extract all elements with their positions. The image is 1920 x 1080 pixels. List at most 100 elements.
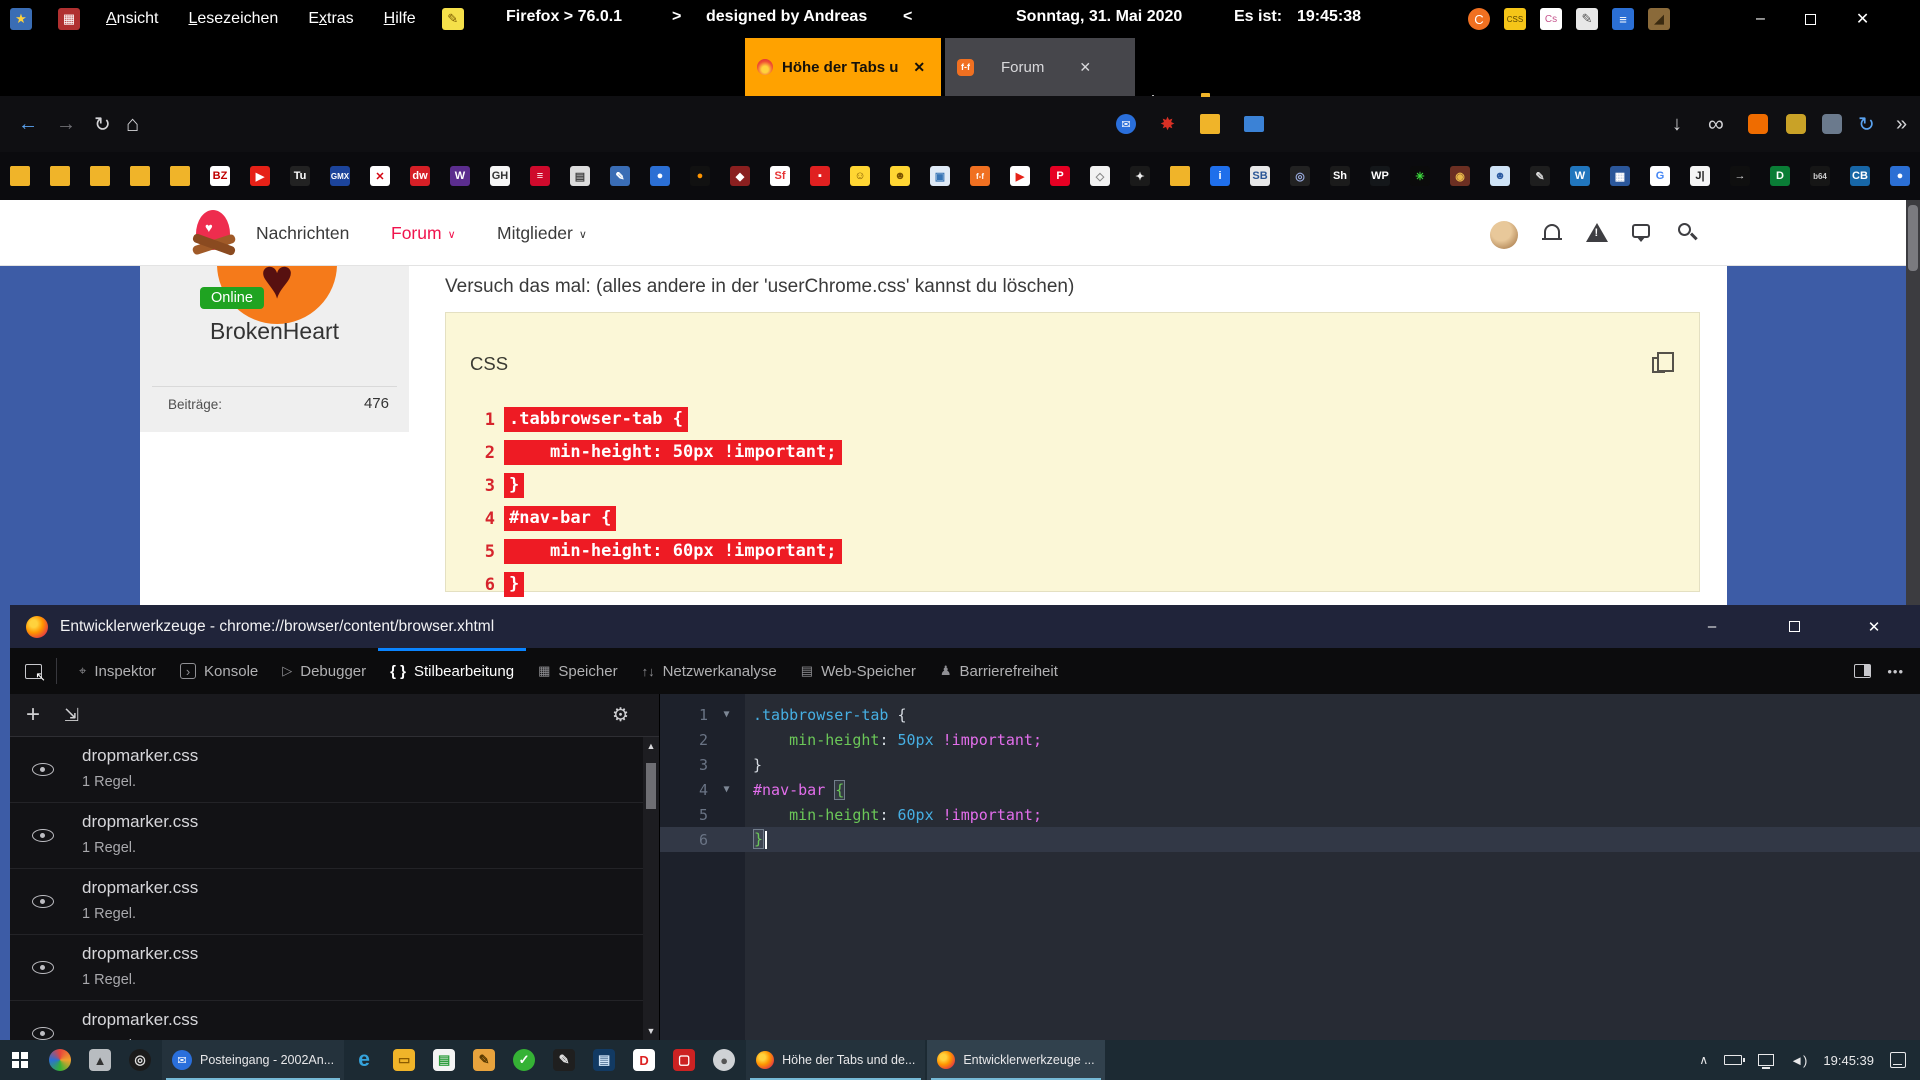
tab-close-icon[interactable]: ✕ — [1079, 59, 1091, 76]
bookmark-favicon[interactable]: b64 — [1810, 166, 1830, 186]
visibility-eye-icon[interactable] — [32, 829, 54, 842]
warning-icon[interactable] — [1586, 221, 1610, 245]
bookmark-favicon[interactable]: GMX — [330, 166, 350, 186]
folder-open-icon[interactable] — [1200, 96, 1220, 152]
visibility-eye-icon[interactable] — [32, 961, 54, 974]
taskbar-app-doc[interactable]: ▤ — [424, 1040, 464, 1080]
taskbar-app-keepass[interactable]: ✎ — [464, 1040, 504, 1080]
bookmark-favicon[interactable]: WP — [1370, 166, 1390, 186]
restore-icon[interactable] — [1774, 605, 1814, 648]
bookmark-favicon[interactable]: → — [1730, 166, 1750, 186]
taskbar-app-chart[interactable]: ▲ — [80, 1040, 120, 1080]
stylesheet-item[interactable]: dropmarker.css1 Regel. — [10, 935, 643, 1001]
import-stylesheet-icon[interactable]: ⇲ — [64, 705, 79, 726]
editor-line[interactable]: 2 min-height: 50px !important; — [660, 727, 1920, 752]
extension-orange-icon[interactable] — [1748, 96, 1768, 152]
bookmark-favicon[interactable]: BZ — [210, 166, 230, 186]
bookmark-favicon[interactable]: ● — [650, 166, 670, 186]
bookmark-favicon[interactable]: CB — [1850, 166, 1870, 186]
visibility-eye-icon[interactable] — [32, 1027, 54, 1040]
editor-line[interactable]: 6} — [660, 827, 1920, 852]
menu-item-ansicht[interactable]: Ansicht — [106, 10, 158, 28]
search-icon[interactable] — [1678, 221, 1702, 245]
start-button[interactable] — [0, 1040, 40, 1080]
bookmark-favicon[interactable]: W — [1570, 166, 1590, 186]
bookmark-favicon[interactable]: ● — [690, 166, 710, 186]
bookmark-favicon[interactable]: ☻ — [1490, 166, 1510, 186]
close-icon[interactable]: ✕ — [1856, 9, 1869, 29]
editor-line[interactable]: 1▼.tabbrowser-tab { — [660, 702, 1920, 727]
tray-clock[interactable]: 19:45:39 — [1823, 1053, 1874, 1068]
editor-line[interactable]: 3} — [660, 752, 1920, 777]
notes-icon[interactable]: ✎ — [442, 8, 464, 30]
taskbar-app-antivirus[interactable]: ✓ — [504, 1040, 544, 1080]
bookmark-favicon[interactable]: f-f — [970, 166, 990, 186]
taskbar-window-devtools[interactable]: Entwicklerwerkzeuge ... — [927, 1040, 1104, 1080]
css-editor[interactable]: 1▼.tabbrowser-tab {2 min-height: 50px !i… — [660, 694, 1920, 1040]
taskbar-app-gray[interactable]: ● — [704, 1040, 744, 1080]
visibility-eye-icon[interactable] — [32, 895, 54, 908]
download-icon[interactable]: ↓ — [1672, 96, 1682, 152]
reload-icon[interactable]: ↻ — [94, 96, 111, 152]
bookmark-favicon[interactable]: Sf — [770, 166, 790, 186]
stylesheet-item[interactable]: dropmarker.css1 Regel. — [10, 737, 643, 803]
sass-icon[interactable]: Cs — [1540, 8, 1562, 30]
bookmark-favicon[interactable]: ✳ — [1410, 166, 1430, 186]
bookmark-favicon[interactable]: ✎ — [610, 166, 630, 186]
menu-item-extras[interactable]: Extras — [308, 10, 353, 28]
stylesheet-scrollbar[interactable]: ▲ ▼ — [643, 737, 659, 1040]
close-icon[interactable]: ✕ — [1854, 605, 1894, 648]
taskbar-app-monitor[interactable]: ▢ — [664, 1040, 704, 1080]
tab-hoehe-der-tabs[interactable]: Höhe der Tabs u ✕ — [745, 38, 941, 96]
taskbar-app-red-d[interactable]: D — [624, 1040, 664, 1080]
menu-item-lesezeichen[interactable]: Lesezeichen — [188, 10, 278, 28]
extension-red-icon[interactable]: ✸ — [1160, 96, 1175, 152]
tray-chevron-icon[interactable]: ∧ — [1699, 1053, 1708, 1067]
new-stylesheet-icon[interactable]: + — [26, 701, 40, 729]
bookmark-favicon[interactable]: W — [450, 166, 470, 186]
devtools-tab-stilbearbeitung[interactable]: { }Stilbearbeitung — [378, 648, 526, 694]
sync-icon[interactable]: ↻ — [1858, 96, 1875, 152]
bookmark-folder-icon[interactable] — [10, 166, 30, 186]
bell-icon[interactable] — [1540, 221, 1564, 245]
bookmark-favicon[interactable]: G — [1650, 166, 1670, 186]
action-center-icon[interactable] — [1890, 1052, 1906, 1068]
bookmark-favicon[interactable]: P — [1050, 166, 1070, 186]
bookmark-favicon[interactable]: ▶ — [250, 166, 270, 186]
bookmark-folder-icon[interactable] — [170, 166, 190, 186]
bookmark-favicon[interactable]: ≡ — [530, 166, 550, 186]
back-icon[interactable]: ← — [18, 96, 38, 152]
bookmark-favicon[interactable]: ☺ — [850, 166, 870, 186]
user-avatar-small[interactable] — [1490, 221, 1514, 245]
scroll-up-icon[interactable]: ▲ — [643, 741, 659, 751]
bookmark-favicon[interactable]: Sh — [1330, 166, 1350, 186]
bookmark-favicon[interactable]: i — [1210, 166, 1230, 186]
taskbar-app-explorer[interactable]: ▭ — [384, 1040, 424, 1080]
bookmark-favicon[interactable]: ▤ — [570, 166, 590, 186]
tab-close-icon[interactable]: ✕ — [913, 59, 925, 76]
taskbar-app-edge[interactable]: e — [344, 1040, 384, 1080]
pick-element-icon[interactable] — [25, 664, 42, 679]
calendar-grid-icon[interactable]: ▦ — [58, 8, 80, 30]
copy-icon[interactable] — [1652, 357, 1665, 373]
meatball-menu-icon[interactable]: ••• — [1887, 664, 1904, 679]
devtools-tab-debugger[interactable]: ▷Debugger — [270, 648, 378, 694]
devtools-tab-konsole[interactable]: ›Konsole — [168, 648, 270, 694]
bookmark-folder-icon[interactable] — [90, 166, 110, 186]
taskbar-app-dark-tool[interactable]: ✎ — [544, 1040, 584, 1080]
bookmark-favicon[interactable]: ◆ — [730, 166, 750, 186]
devtools-tab-inspektor[interactable]: ⌖Inspektor — [67, 648, 168, 694]
bookmark-favicon[interactable]: ◇ — [1090, 166, 1110, 186]
bookmark-favicon[interactable]: GH — [490, 166, 510, 186]
devtools-titlebar[interactable]: Entwicklerwerkzeuge - chrome://browser/c… — [10, 605, 1920, 648]
bookmark-favicon[interactable]: ▪ — [810, 166, 830, 186]
bookmark-favicon[interactable]: ✎ — [1530, 166, 1550, 186]
devtools-tab-speicher[interactable]: ▦Speicher — [526, 648, 630, 694]
css-validator-icon[interactable]: CSS — [1504, 8, 1526, 30]
bookmarks-manager-icon[interactable]: ★ — [10, 8, 32, 30]
extension-tan-icon[interactable] — [1786, 96, 1806, 152]
quill-icon[interactable]: ◢ — [1648, 8, 1670, 30]
minimize-icon[interactable]: – — [1756, 10, 1765, 28]
taskbar-app-book[interactable]: ▤ — [584, 1040, 624, 1080]
bookmark-favicon[interactable]: ● — [1890, 166, 1910, 186]
